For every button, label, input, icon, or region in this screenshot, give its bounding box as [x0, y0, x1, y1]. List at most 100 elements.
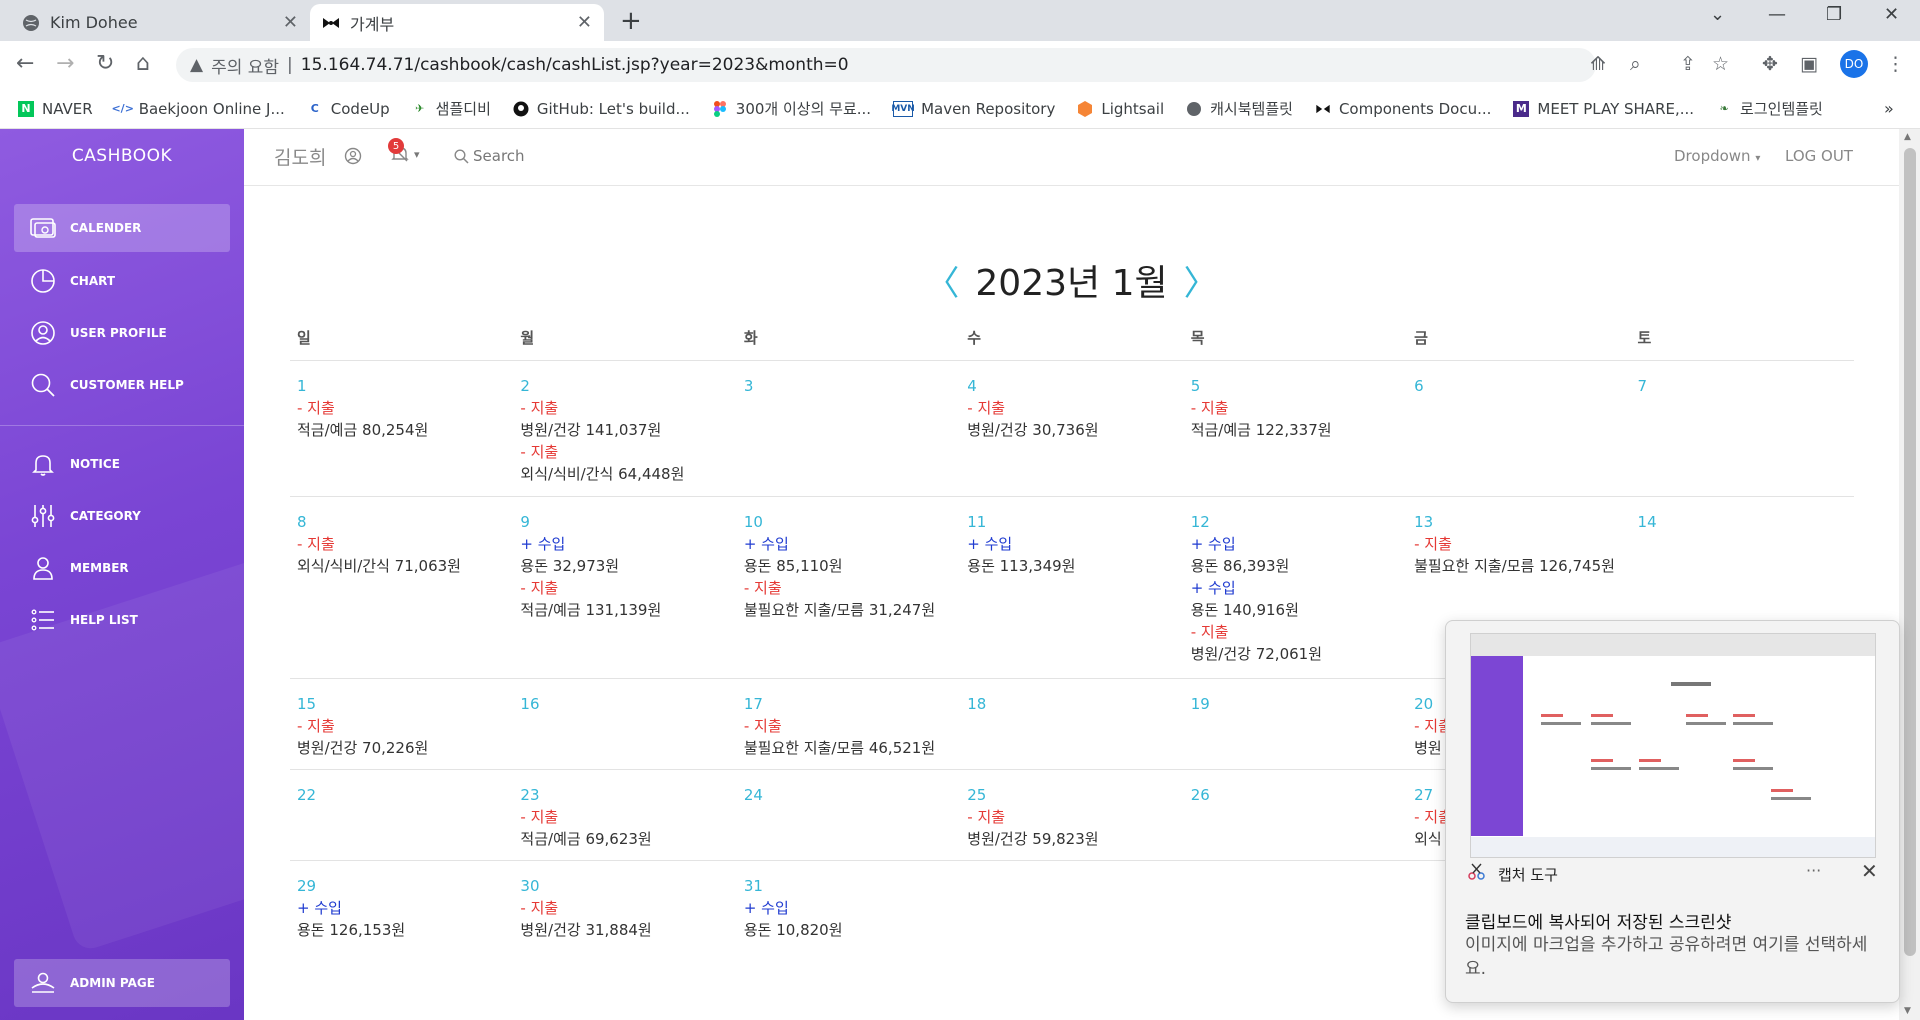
day-number-link[interactable]: 1: [297, 375, 506, 397]
bookmark-sample-db[interactable]: ✈ 샘플디비: [412, 98, 491, 119]
sidebar-item-help-list[interactable]: HELP LIST: [14, 596, 230, 644]
calendar-day-cell[interactable]: 6: [1407, 360, 1631, 497]
calendar-day-cell[interactable]: 15- 지출 병원/건강 70,226원: [290, 678, 514, 770]
day-number-link[interactable]: 17: [744, 693, 953, 715]
day-number-link[interactable]: 8: [297, 511, 506, 533]
day-number-link[interactable]: 11: [967, 511, 1176, 533]
day-number-link[interactable]: 14: [1638, 511, 1847, 533]
day-number-link[interactable]: 6: [1414, 375, 1623, 397]
translate-icon[interactable]: ⟰: [1590, 53, 1606, 75]
brand-logo[interactable]: CASHBOOK: [0, 146, 244, 166]
zoom-icon[interactable]: ⌕: [1630, 53, 1641, 75]
calendar-day-cell[interactable]: 31 + 수입 용돈 10,820원: [737, 860, 960, 951]
sidebar-item-notice[interactable]: NOTICE: [14, 440, 230, 488]
day-number-link[interactable]: 16: [520, 693, 729, 715]
day-number-link[interactable]: 19: [1191, 693, 1400, 715]
calendar-day-cell[interactable]: 23- 지출 적금/예금 69,623원: [513, 769, 737, 861]
screenshot-thumbnail[interactable]: [1470, 633, 1876, 858]
minimize-icon[interactable]: —: [1768, 4, 1786, 25]
side-panel-icon[interactable]: ▣: [1800, 53, 1818, 75]
bookmark-lightsail[interactable]: Lightsail: [1077, 100, 1164, 118]
browser-tab-cashbook[interactable]: 가계부 ✕: [310, 4, 604, 41]
warning-icon[interactable]: ▲: [190, 55, 203, 75]
day-number-link[interactable]: 31: [744, 875, 953, 897]
menu-dots-icon[interactable]: ⋮: [1886, 53, 1905, 75]
bookmark-meet-play-share[interactable]: M MEET PLAY SHARE,...: [1513, 100, 1694, 118]
back-icon[interactable]: ←: [16, 51, 34, 76]
calendar-day-cell[interactable]: 17- 지출 불필요한 지출/모름 46,521원: [736, 678, 961, 770]
sidebar-item-member[interactable]: MEMBER: [14, 544, 230, 592]
url-field[interactable]: ▲ 주의 요함 | 15.164.74.71/cashbook/cash/cas…: [176, 48, 1596, 82]
calendar-day-cell[interactable]: 8- 지출 외식/식비/간식 71,063원: [290, 496, 514, 679]
day-number-link[interactable]: 30: [520, 875, 729, 897]
bookmark-components[interactable]: Components Docu...: [1315, 100, 1491, 118]
day-number-link[interactable]: 23: [520, 784, 729, 806]
restore-icon[interactable]: ❐: [1826, 4, 1842, 25]
capture-tool-notification[interactable]: 캡처 도구 ··· ✕ 클립보드에 복사되어 저장된 스크린샷 이미지에 마크업…: [1445, 620, 1900, 1003]
bookmark-cashbook-template[interactable]: 캐시북템플릿: [1186, 98, 1293, 119]
calendar-day-cell[interactable]: 18: [960, 678, 1184, 770]
share-icon[interactable]: ⇪: [1680, 53, 1696, 75]
reload-icon[interactable]: ↻: [96, 51, 114, 76]
calendar-day-cell[interactable]: 16: [513, 678, 737, 770]
day-number-link[interactable]: 7: [1638, 375, 1847, 397]
day-number-link[interactable]: 12: [1191, 511, 1400, 533]
calendar-day-cell[interactable]: 2- 지출 병원/건강 141,037원 - 지출 외식/식비/간식 64,448원: [513, 360, 737, 497]
username[interactable]: 김도희: [274, 143, 326, 170]
day-number-link[interactable]: 29: [297, 875, 506, 897]
new-tab-icon[interactable]: +: [620, 6, 642, 36]
bookmark-login-template[interactable]: ❧ 로그인템플릿: [1716, 98, 1822, 119]
day-number-link[interactable]: 10: [744, 511, 953, 533]
bookmark-codeup[interactable]: C CodeUp: [307, 100, 390, 118]
day-number-link[interactable]: 2: [520, 375, 729, 397]
day-number-link[interactable]: 25: [967, 784, 1176, 806]
prev-month-button[interactable]: 〈: [925, 256, 959, 305]
browser-tab-kim-dohee[interactable]: Kim Dohee ✕: [10, 4, 310, 41]
day-number-link[interactable]: 26: [1191, 784, 1400, 806]
logout-button[interactable]: LOG OUT: [1785, 147, 1853, 165]
more-options-button[interactable]: ···: [1806, 861, 1821, 880]
calendar-day-cell[interactable]: 24: [736, 769, 961, 861]
sidebar-item-calender[interactable]: CALENDER: [14, 204, 230, 252]
profile-avatar[interactable]: DO: [1840, 50, 1868, 78]
calendar-day-cell[interactable]: 29 + 수입 용돈 126,153원: [290, 860, 513, 951]
bookmark-figma[interactable]: 300개 이상의 무료...: [712, 98, 871, 119]
user-circle-icon[interactable]: [344, 147, 362, 169]
calendar-day-cell[interactable]: 22: [290, 769, 514, 861]
day-number-link[interactable]: 4: [967, 375, 1176, 397]
calendar-day-cell[interactable]: 5- 지출 적금/예금 122,337원: [1183, 360, 1408, 497]
sidebar-item-chart[interactable]: CHART: [14, 257, 230, 305]
calendar-day-cell[interactable]: 4- 지출 병원/건강 30,736원: [960, 360, 1184, 497]
day-number-link[interactable]: 3: [744, 375, 953, 397]
close-icon[interactable]: ✕: [1861, 859, 1878, 883]
calendar-day-cell[interactable]: 11 + 수입 용돈 113,349원: [960, 496, 1184, 679]
url-text[interactable]: 15.164.74.71/cashbook/cash/cashList.jsp?…: [301, 55, 849, 75]
scroll-down-arrow-icon[interactable]: ▼: [1904, 1006, 1911, 1016]
calendar-day-cell[interactable]: 7: [1630, 360, 1854, 497]
search-button[interactable]: Search: [454, 147, 525, 165]
window-close-icon[interactable]: ✕: [1884, 4, 1899, 25]
day-number-link[interactable]: 13: [1414, 511, 1623, 533]
bookmark-baekjoon[interactable]: </> Baekjoon Online J...: [111, 100, 284, 118]
bookmarks-overflow-button[interactable]: »: [1884, 99, 1894, 118]
day-number-link[interactable]: 15: [297, 693, 506, 715]
day-number-link[interactable]: 9: [520, 511, 729, 533]
forward-icon[interactable]: →: [56, 51, 74, 76]
scroll-up-arrow-icon[interactable]: ▲: [1904, 132, 1911, 142]
security-label[interactable]: 주의 요함: [211, 53, 279, 78]
sidebar-item-admin-page[interactable]: ADMIN PAGE: [14, 959, 230, 1007]
bookmark-naver[interactable]: N NAVER: [18, 100, 93, 118]
close-icon[interactable]: ✕: [283, 12, 298, 33]
sidebar-item-customer-help[interactable]: CUSTOMER HELP: [14, 361, 230, 409]
day-number-link[interactable]: 24: [744, 784, 953, 806]
dropdown-toggle[interactable]: Dropdown ▾: [1674, 147, 1760, 165]
sidebar-item-user-profile[interactable]: USER PROFILE: [14, 309, 230, 357]
calendar-day-cell[interactable]: 10 + 수입 용돈 85,110원 - 지출 불필요한 지출/모름 31,247원: [736, 496, 961, 679]
calendar-day-cell[interactable]: 9 + 수입 용돈 32,973원 - 지출 적금/예금 131,139원: [513, 496, 737, 679]
scrollbar-thumb[interactable]: [1904, 148, 1916, 956]
chevron-down-icon[interactable]: ⌄: [1710, 4, 1725, 25]
day-number-link[interactable]: 18: [967, 693, 1176, 715]
star-icon[interactable]: ☆: [1712, 53, 1729, 75]
calendar-day-cell[interactable]: 3: [736, 360, 961, 497]
calendar-day-cell[interactable]: 19: [1183, 678, 1408, 770]
